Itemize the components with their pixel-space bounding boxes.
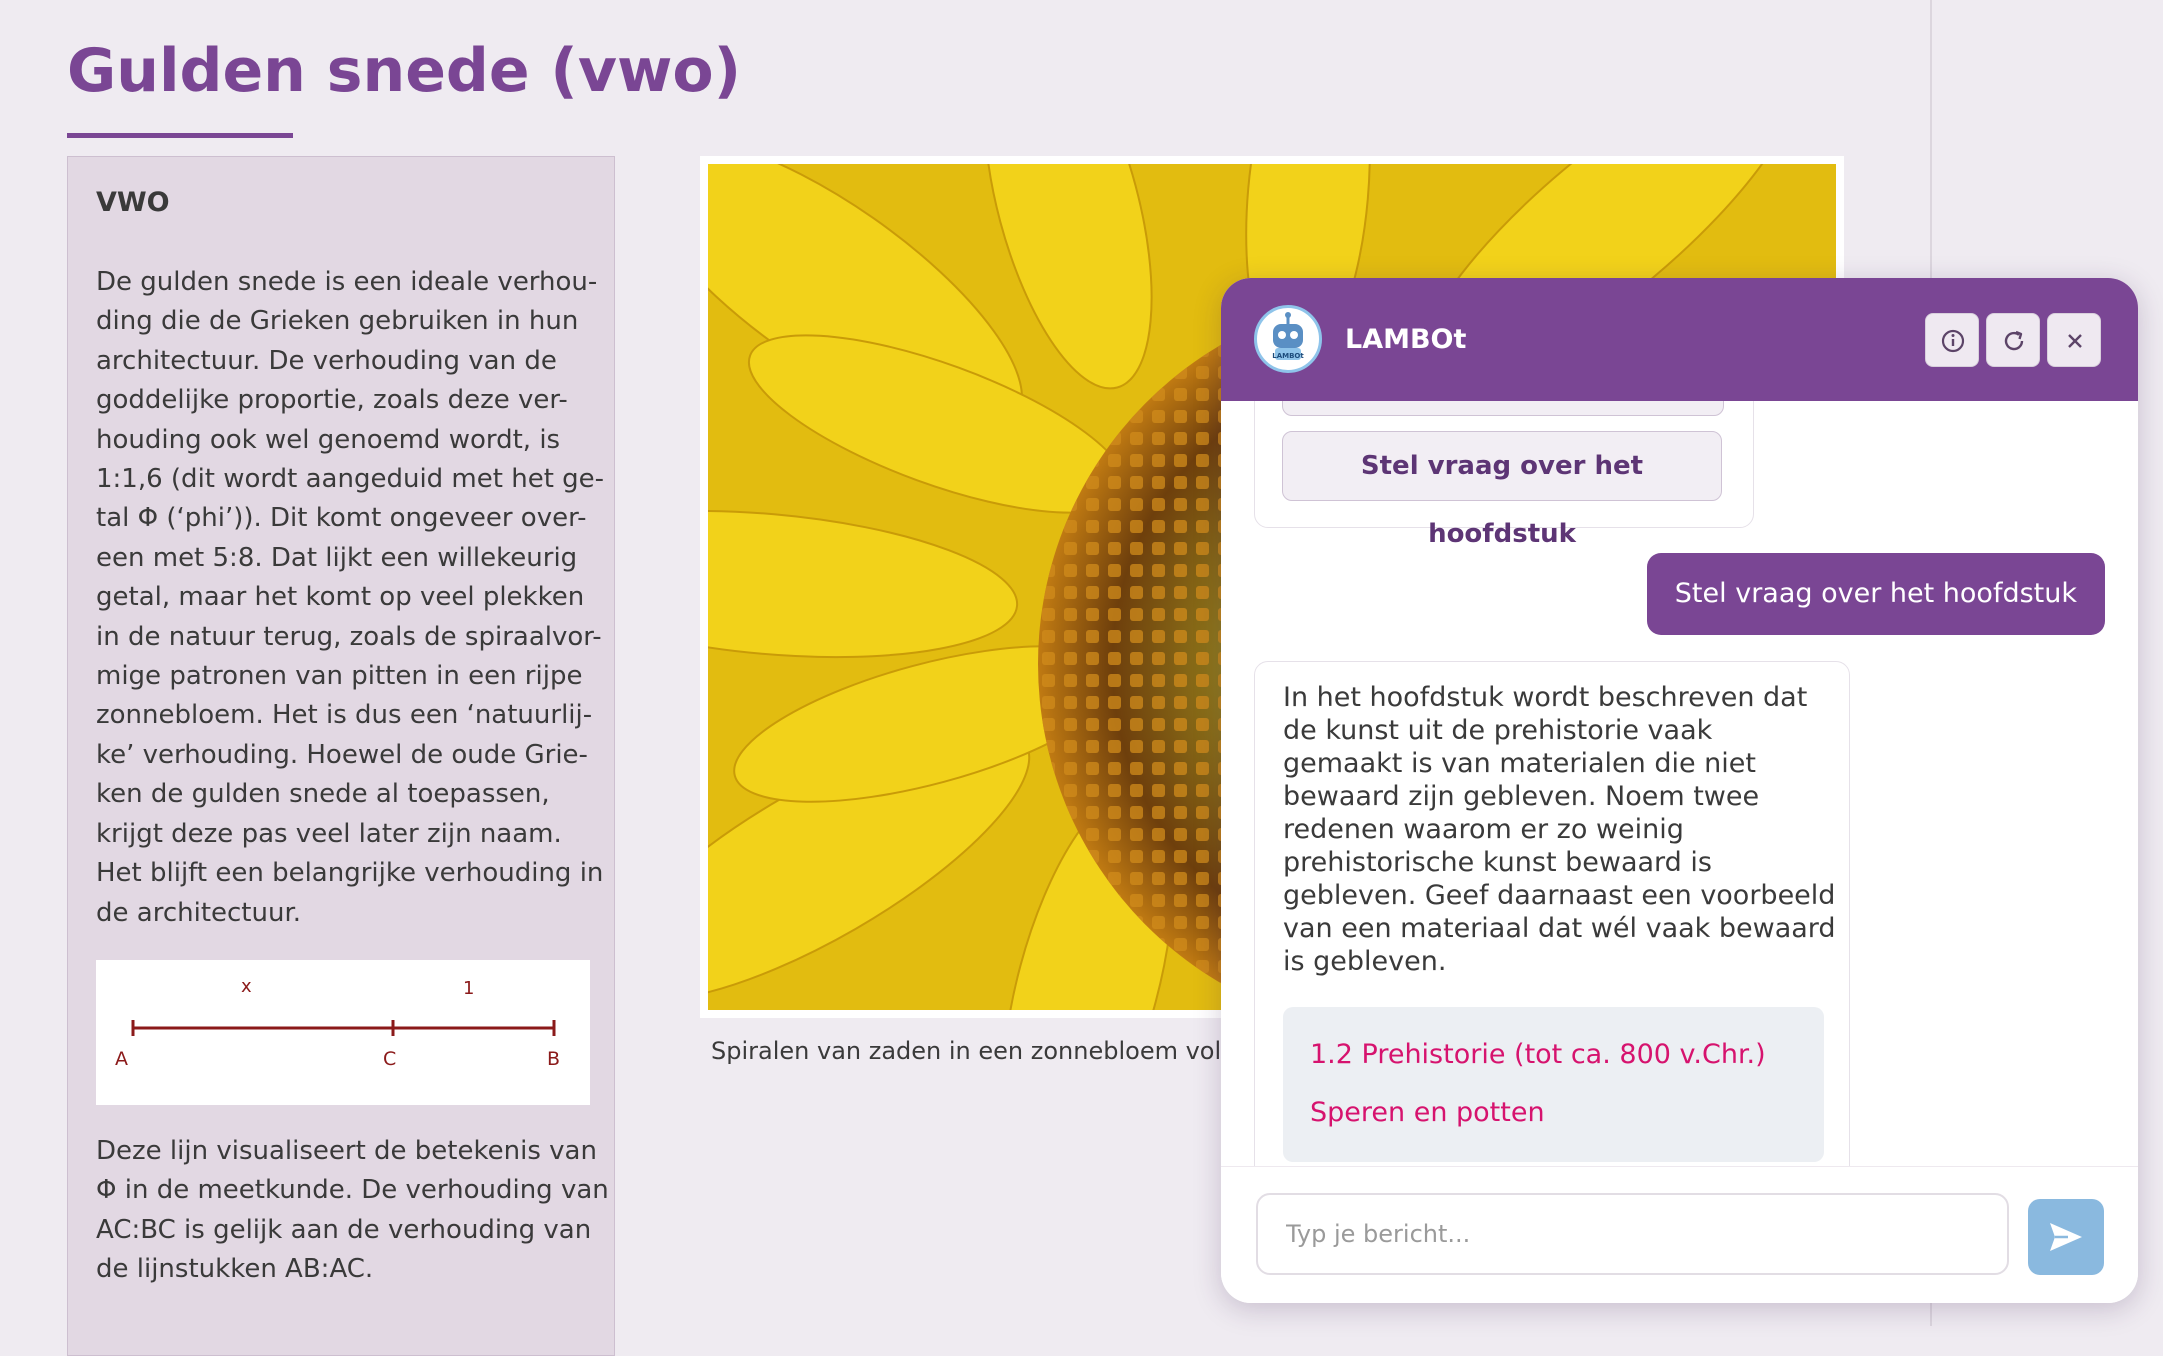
refresh-icon xyxy=(2004,330,2024,351)
figure-caption: Spiralen van zaden in een zonnebloem vol… xyxy=(711,1037,1237,1065)
bot-message-line: prehistorische kunst bewaard is xyxy=(1283,847,1712,878)
label-point-b: B xyxy=(547,1048,560,1070)
paragraph-line: getal, maar het komt op veel plekken xyxy=(96,582,585,613)
bot-message-text: In het hoofdstuk wordt beschreven dat de… xyxy=(1283,681,1836,978)
info-icon xyxy=(1941,329,1965,353)
label-1: 1 xyxy=(463,978,474,999)
robot-avatar-icon: LAMBOt xyxy=(1254,305,1322,373)
sidebar-heading: VWO xyxy=(96,187,170,218)
paragraph-line: ke’ verhouding. Hoewel de oude Grie- xyxy=(96,739,588,770)
vwo-sidebar-box: VWO De gulden snede is een ideale verhou… xyxy=(67,156,615,1356)
bot-message-line: is gebleven. xyxy=(1283,946,1447,977)
chat-messages[interactable]: Stel vraag over het hoofdstuk Stel vraag… xyxy=(1221,401,2138,1166)
paragraph-line: de architectuur. xyxy=(96,897,302,928)
send-button[interactable] xyxy=(2028,1199,2104,1275)
bot-message-line: In het hoofdstuk wordt beschreven dat xyxy=(1283,682,1808,713)
chat-input-bar xyxy=(1221,1166,2138,1303)
paragraph-line: De gulden snede is een ideale verhou- xyxy=(96,267,598,297)
bot-message-line: redenen waarom er zo weinig xyxy=(1283,814,1684,845)
source-links-box: 1.2 Prehistorie (tot ca. 800 v.Chr.) Spe… xyxy=(1283,1007,1824,1162)
option-chip-partial[interactable] xyxy=(1282,401,1724,416)
chat-message-input[interactable] xyxy=(1256,1193,2009,1275)
bot-message-line: de kunst uit de prehistorie vaak xyxy=(1283,715,1713,746)
close-icon xyxy=(2068,334,2082,348)
chat-title: LAMBOt xyxy=(1345,324,1467,355)
title-underline xyxy=(67,133,293,138)
paragraph-line: zonnebloem. Het is dus een ‘natuurlij- xyxy=(96,700,593,731)
bot-message-line: gebleven. Geef daarnaast een voorbeeld xyxy=(1283,880,1836,911)
label-point-c: C xyxy=(383,1048,396,1070)
paragraph-line: de lijnstukken AB:AC. xyxy=(96,1254,374,1285)
bot-message-line: gemaakt is van materialen die niet xyxy=(1283,748,1756,779)
sidebar-paragraph-2: Deze lijn visualiseert de betekenis van … xyxy=(96,1132,609,1290)
send-icon xyxy=(2050,1223,2082,1251)
paragraph-line: tal Φ (‘phi’)). Dit komt ongeveer over- xyxy=(96,503,587,534)
paragraph-line: goddelijke proportie, zoals deze ver- xyxy=(96,385,568,416)
page-title: Gulden snede (vwo) xyxy=(67,36,742,106)
paragraph-line: Het blijft een belangrijke verhouding in xyxy=(96,858,604,889)
bot-message-options: Stel vraag over het hoofdstuk xyxy=(1254,401,1754,549)
user-message: Stel vraag over het hoofdstuk xyxy=(1646,553,2105,635)
golden-ratio-line-diagram: x 1 A C B xyxy=(96,960,590,1105)
paragraph-line: een met 5:8. Dat lijkt een willekeurig xyxy=(96,542,578,573)
refresh-button[interactable] xyxy=(1986,313,2040,367)
chatbot-widget: LAMBOt LAMBOt Stel vraag over het hoofds… xyxy=(1221,278,2138,1303)
source-link-chapter[interactable]: 1.2 Prehistorie (tot ca. 800 v.Chr.) xyxy=(1310,1039,1766,1070)
close-button[interactable] xyxy=(2047,313,2101,367)
paragraph-line: houding ook wel genoemd wordt, is xyxy=(96,424,561,455)
label-point-a: A xyxy=(115,1048,128,1070)
sidebar-paragraph: De gulden snede is een ideale verhou- di… xyxy=(96,263,605,933)
paragraph-line: architectuur. De verhouding van de xyxy=(96,345,557,376)
info-button[interactable] xyxy=(1925,313,1979,367)
chat-header: LAMBOt LAMBOt xyxy=(1221,278,2138,401)
paragraph-line: Deze lijn visualiseert de betekenis van xyxy=(96,1136,597,1166)
paragraph-line: AC:BC is gelijk aan de verhouding van xyxy=(96,1214,592,1245)
avatar-label: LAMBOt xyxy=(1272,352,1304,360)
ask-chapter-question-button[interactable]: Stel vraag over het hoofdstuk xyxy=(1282,431,1722,549)
paragraph-line: ken de gulden snede al toepassen, xyxy=(96,779,550,810)
paragraph-line: krijgt deze pas veel later zijn naam. xyxy=(96,818,562,849)
paragraph-line: in de natuur terug, zoals de spiraalvor- xyxy=(96,621,602,652)
paragraph-line: mige patronen van pitten in een rijpe xyxy=(96,661,583,692)
label-x: x xyxy=(241,976,252,997)
paragraph-line: 1:1,6 (dit wordt aangeduid met het ge- xyxy=(96,464,605,495)
source-link-section[interactable]: Speren en potten xyxy=(1310,1097,1545,1128)
paragraph-line: Φ in de meetkunde. De verhouding van xyxy=(96,1175,609,1206)
paragraph-line: ding die de Grieken gebruiken in hun xyxy=(96,306,579,337)
bot-message-line: van een materiaal dat wél vaak bewaard xyxy=(1283,913,1836,944)
bot-message: In het hoofdstuk wordt beschreven dat de… xyxy=(1254,661,1850,1166)
bot-message-line: bewaard zijn gebleven. Noem twee xyxy=(1283,781,1760,812)
